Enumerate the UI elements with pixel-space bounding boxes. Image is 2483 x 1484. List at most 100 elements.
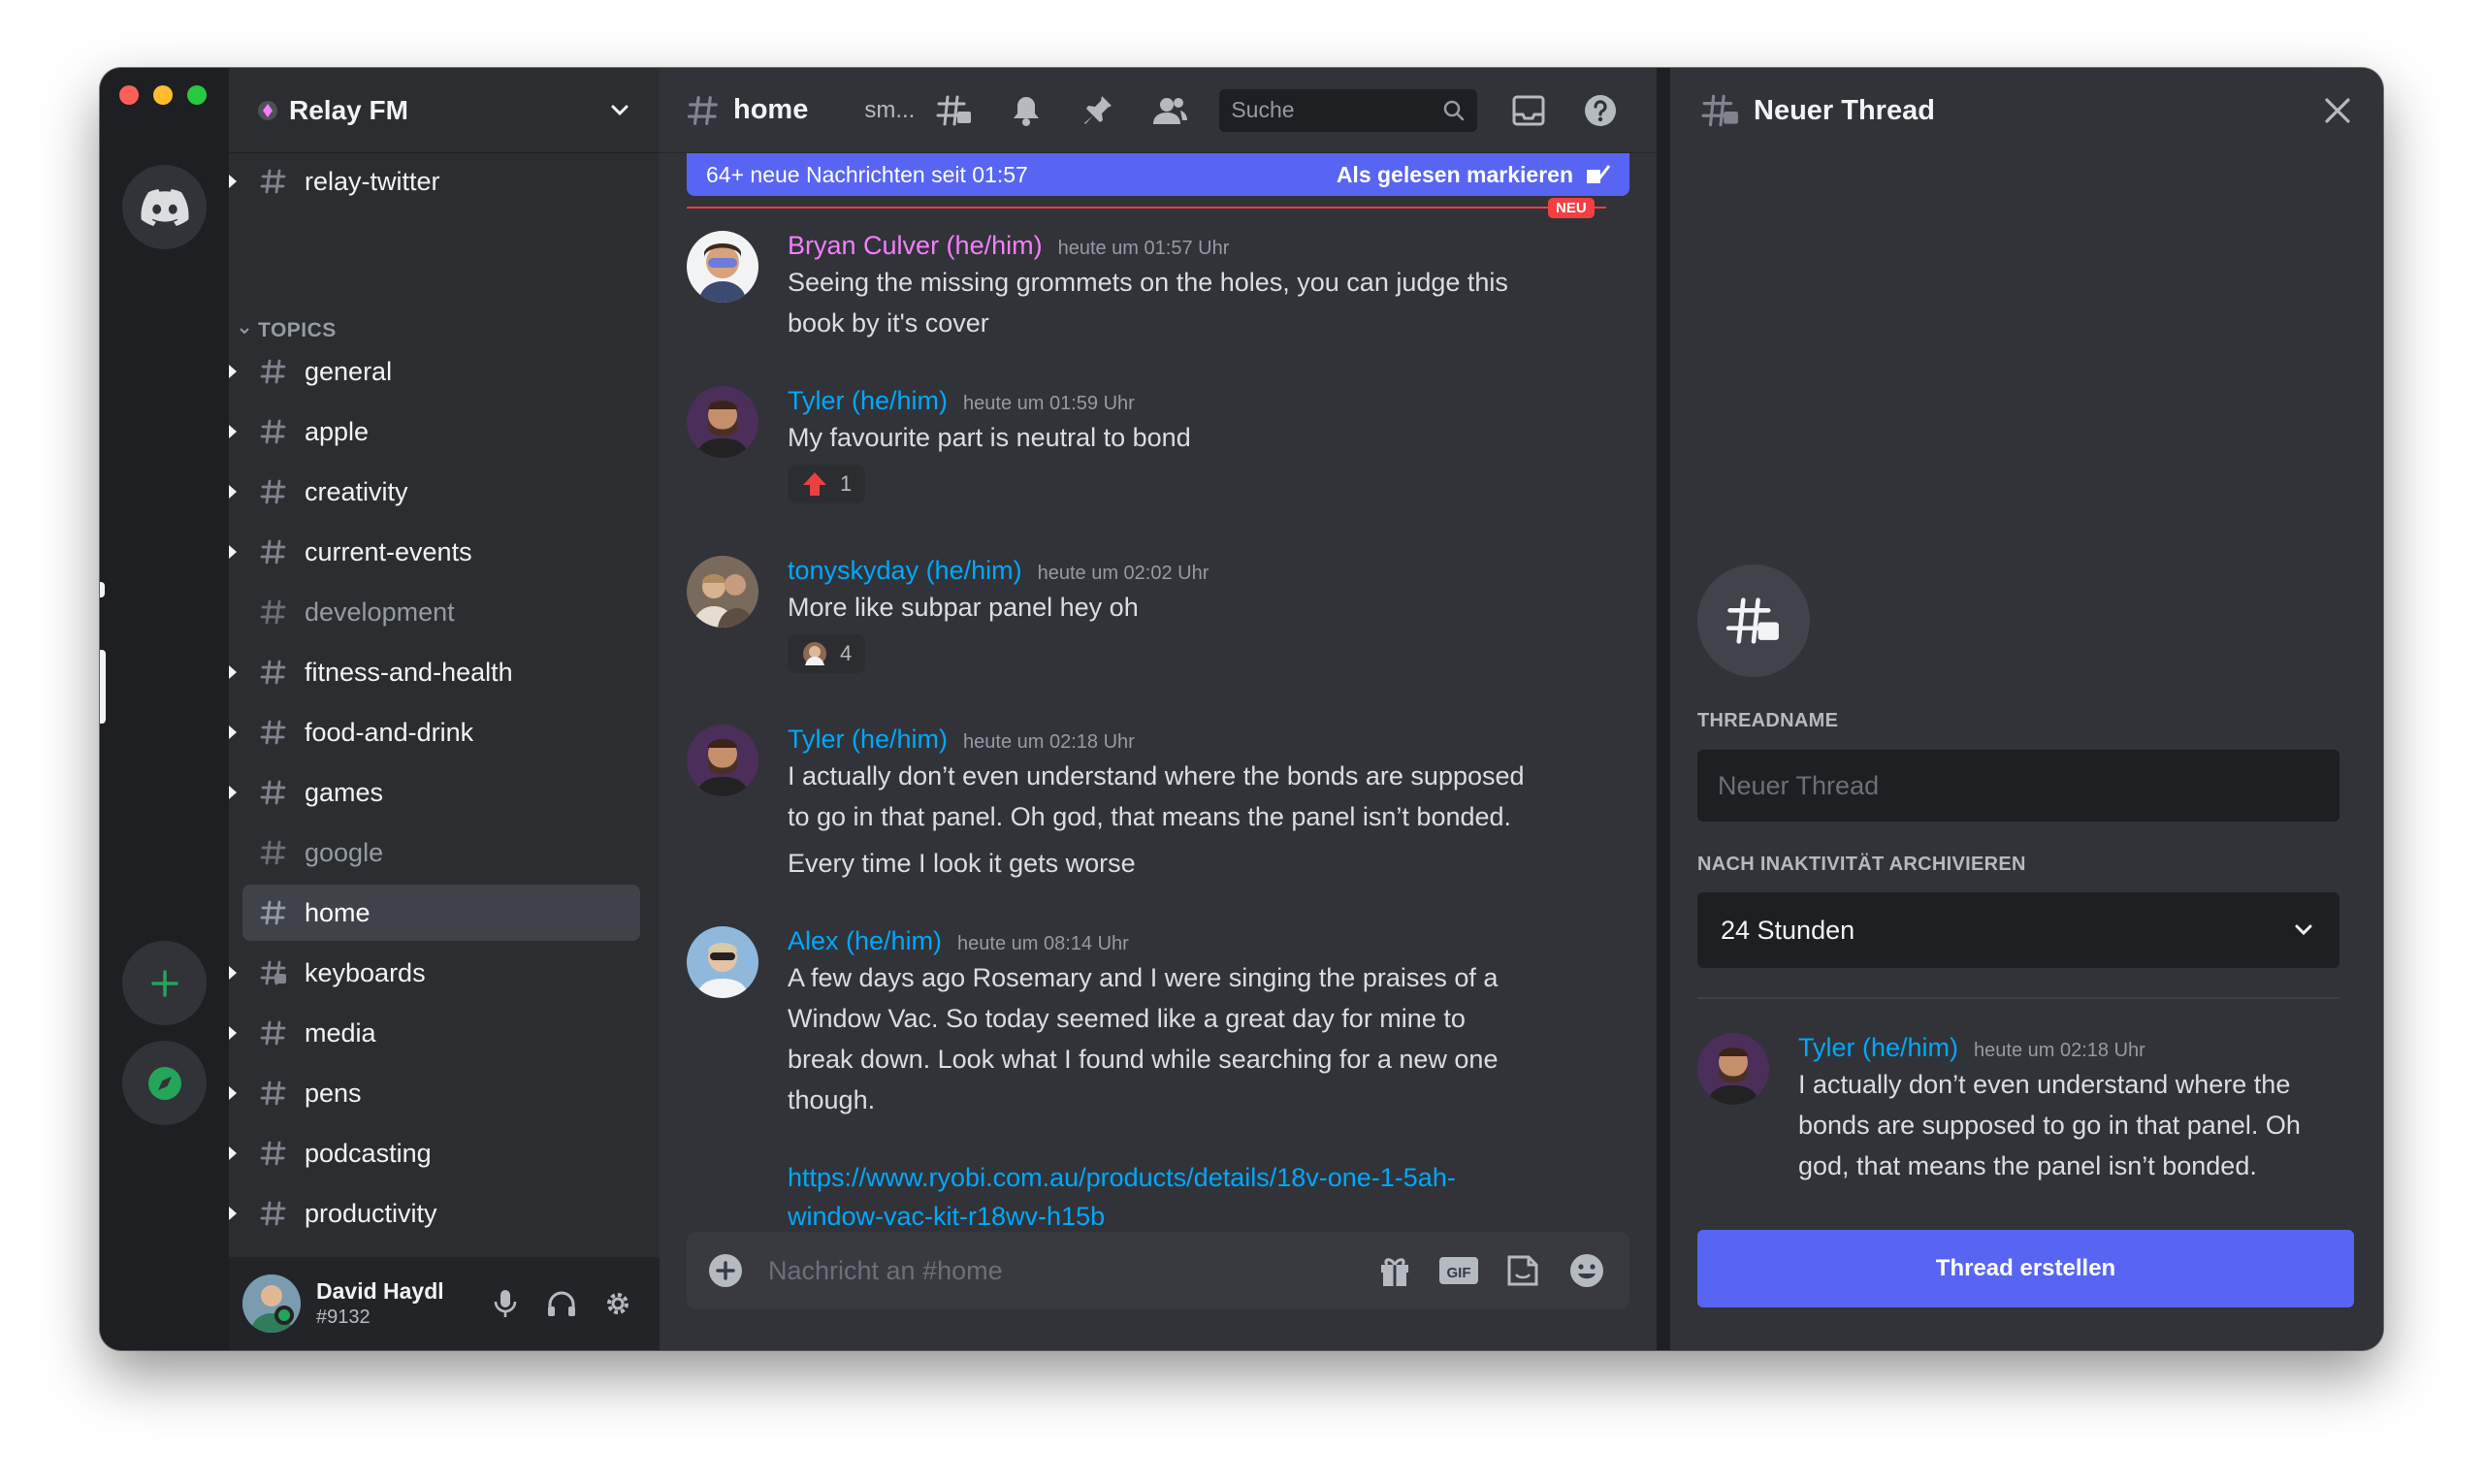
author-name[interactable]: tonyskyday (he/him) [788, 556, 1022, 586]
author-name[interactable]: Bryan Culver (he/him) [788, 231, 1043, 261]
hashtag-icon [687, 95, 718, 125]
link-line[interactable]: window-vac-kit-r18wv-h15b [788, 1197, 1593, 1236]
channel-home[interactable]: home [242, 885, 640, 941]
user-settings-button[interactable] [590, 1275, 646, 1332]
gift-icon [1381, 1258, 1408, 1286]
microphone-icon [494, 1290, 517, 1317]
message-input[interactable]: Nachricht an #home [768, 1256, 1352, 1286]
message-line: I actually don’t even understand where t… [788, 761, 1525, 790]
avatar[interactable] [687, 231, 758, 303]
hashtag-icon [260, 1140, 291, 1167]
channel-general[interactable]: general [229, 343, 640, 400]
channel-development[interactable]: development [242, 584, 640, 640]
link-line[interactable]: https://www.ryobi.com.au/products/detail… [788, 1158, 1593, 1197]
inbox-button[interactable] [1508, 90, 1549, 131]
add-server-button[interactable] [122, 941, 207, 1025]
message-line: to go in that panel. Oh god, that means … [788, 802, 1512, 831]
message-line: Window Vac. So today seemed like a great… [788, 1004, 1466, 1033]
add-attachment-icon[interactable] [708, 1253, 743, 1288]
zoom-window-button[interactable] [187, 85, 207, 105]
channel-keyboards[interactable]: keyboards [229, 945, 640, 1001]
close-window-button[interactable] [119, 85, 139, 105]
channel-label: food-and-drink [305, 717, 474, 747]
channel-topic-tab[interactable]: sm... [864, 97, 915, 124]
channel-productivity[interactable]: productivity [229, 1185, 640, 1242]
message-line: Every time I look it gets worse [788, 849, 1136, 878]
chat-area: home sm... Suche 64+ neue Nachrichten se… [660, 68, 1742, 1350]
category-label: TOPICS [258, 319, 337, 341]
avatar[interactable] [687, 725, 758, 796]
timestamp: heute um 08:14 Uhr [957, 933, 1129, 954]
message-link[interactable]: https://www.ryobi.com.au/products/detail… [788, 1158, 1593, 1236]
channel-relay-twitter[interactable]: relay-twitter [229, 153, 640, 210]
gif-button[interactable]: GIF [1437, 1249, 1480, 1292]
archive-duration-value: 24 Stunden [1721, 915, 1855, 945]
hashtag-icon [260, 899, 291, 926]
channel-creativity[interactable]: creativity [229, 464, 640, 520]
channel-podcasting[interactable]: podcasting [229, 1125, 640, 1181]
server-rail [100, 68, 229, 1350]
pinned-messages-button[interactable] [1078, 90, 1118, 131]
archive-duration-select[interactable]: 24 Stunden [1697, 892, 2339, 968]
reaction-custom-emoji[interactable]: 4 [788, 634, 866, 673]
headphones-icon [548, 1291, 575, 1316]
reaction-upvote[interactable]: 1 [788, 465, 866, 503]
server-header[interactable]: Relay FM [229, 68, 660, 153]
message-line: I actually don’t even understand where t… [1798, 1070, 2291, 1099]
notifications-button[interactable] [1006, 90, 1047, 131]
author-name[interactable]: Tyler (he/him) [788, 386, 948, 416]
message-header: Tyler (he/him) heute um 02:18 Uhr [788, 725, 1593, 755]
panel-divider[interactable] [1657, 68, 1670, 1350]
reaction-count: 1 [840, 471, 853, 496]
search-input[interactable]: Suche [1219, 88, 1478, 132]
channel-apple[interactable]: apple [229, 403, 640, 460]
create-thread-button[interactable]: Thread erstellen [1697, 1230, 2354, 1307]
message-line: More like subpar panel hey oh [788, 593, 1139, 622]
minimize-window-button[interactable] [153, 85, 173, 105]
new-messages-banner[interactable]: 64+ neue Nachrichten seit 01:57 Als gele… [687, 153, 1629, 196]
message-line: bonds are supposed to go in that panel. … [1798, 1111, 2301, 1140]
member-list-button[interactable] [1149, 90, 1190, 131]
avatar[interactable] [687, 556, 758, 628]
help-icon [1585, 94, 1617, 126]
user-avatar[interactable] [242, 1274, 301, 1333]
help-button[interactable] [1580, 90, 1621, 131]
emoji-button[interactable] [1565, 1249, 1608, 1292]
close-icon[interactable] [2323, 96, 2352, 125]
new-thread-panel: Neuer Thread THREADNAME Neuer Thread NAC… [1670, 68, 2383, 1350]
avatar[interactable] [687, 926, 758, 998]
author-name[interactable]: Alex (he/him) [788, 926, 942, 956]
gift-button[interactable] [1373, 1249, 1416, 1292]
user-tag: #9132 [316, 1307, 371, 1328]
channel-food-and-drink[interactable]: food-and-drink [229, 704, 640, 760]
mark-as-read-button[interactable]: Als gelesen markieren [1337, 162, 1610, 188]
author-name[interactable]: Tyler (he/him) [788, 725, 948, 755]
mute-button[interactable] [477, 1275, 533, 1332]
channel-fitness-and-health[interactable]: fitness-and-health [229, 644, 640, 700]
hashtag-icon [260, 1200, 291, 1227]
sticker-button[interactable] [1501, 1249, 1544, 1292]
deafen-button[interactable] [533, 1275, 590, 1332]
discord-logo-icon [140, 188, 189, 226]
message-composer: Nachricht an #home GIF [687, 1232, 1629, 1309]
avatar[interactable] [687, 386, 758, 458]
channel-label: media [305, 1017, 376, 1048]
message-body: Tyler (he/him) heute um 01:59 Uhr My fav… [788, 386, 1593, 503]
thread-indicator-icon [229, 365, 237, 378]
discord-home-button[interactable] [122, 165, 207, 249]
hashtag-icon [260, 538, 291, 565]
user-info[interactable]: David Haydl #9132 [316, 1278, 477, 1329]
category-topics[interactable]: TOPICS [239, 319, 337, 342]
channel-media[interactable]: media [229, 1005, 640, 1061]
explore-servers-button[interactable] [122, 1041, 207, 1125]
channel-label: google [305, 837, 384, 867]
channel-games[interactable]: games [229, 764, 640, 821]
channel-pens[interactable]: pens [229, 1065, 640, 1121]
channel-google[interactable]: google [242, 824, 640, 881]
threads-button[interactable] [934, 90, 975, 131]
hashtag-icon [260, 659, 291, 686]
thread-header: Neuer Thread [1670, 68, 2383, 153]
channel-current-events[interactable]: current-events [229, 524, 640, 580]
thread-name-input[interactable]: Neuer Thread [1697, 750, 2339, 822]
thread-indicator-icon [229, 485, 237, 499]
